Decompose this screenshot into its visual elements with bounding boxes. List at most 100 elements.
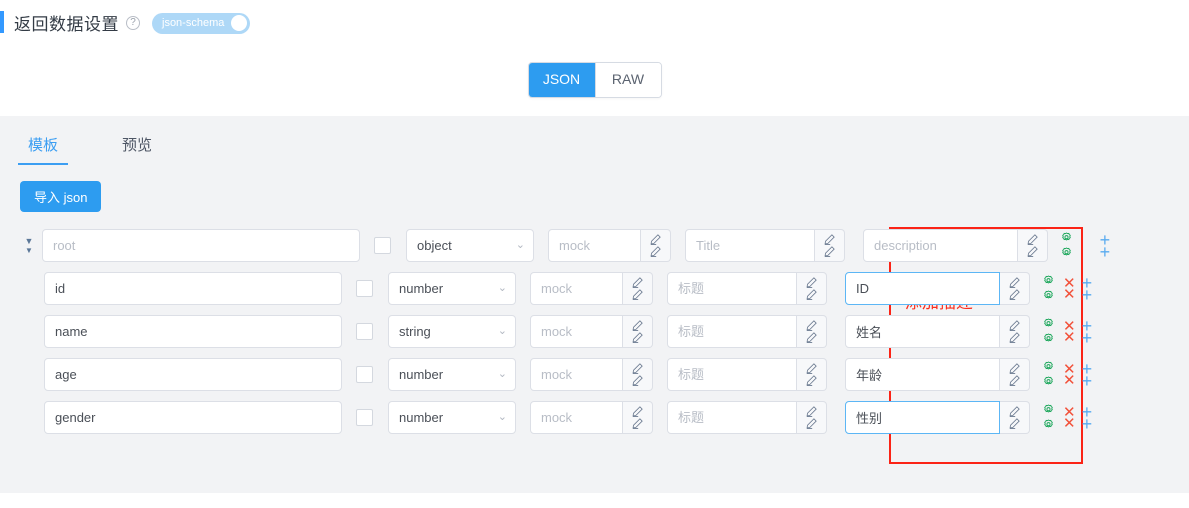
field-description[interactable] xyxy=(845,272,1000,305)
field-type-select[interactable] xyxy=(388,401,516,434)
field-type-select[interactable] xyxy=(388,272,516,305)
mock-group xyxy=(530,315,653,348)
delete-row-icon[interactable]: ✕ ✕ xyxy=(1063,405,1076,431)
field-title[interactable] xyxy=(667,272,797,305)
add-child-icon[interactable]: + + xyxy=(1082,274,1093,304)
type-select-wrapper: ⌄ xyxy=(388,315,516,348)
import-json-button[interactable]: 导入 json xyxy=(20,181,102,212)
delete-row-icon[interactable]: ✕ ✕ xyxy=(1063,362,1076,388)
schema-row-list: ▼▼ ⌄ xyxy=(0,224,1189,439)
editor-card: 模板 预览 导入 json 添加描述 ▼▼ ⌄ xyxy=(0,116,1189,493)
table-row: ▼▼ ⌄ xyxy=(0,267,1189,310)
edit-mock-pencil-icon[interactable] xyxy=(623,272,653,305)
delete-row-icon[interactable]: ✕ ✕ xyxy=(1063,276,1076,302)
type-select-wrapper: ⌄ xyxy=(388,272,516,305)
delete-row-icon[interactable]: ✕ ✕ xyxy=(1063,319,1076,345)
field-description[interactable] xyxy=(845,358,1000,391)
edit-title-pencil-icon[interactable] xyxy=(797,272,827,305)
field-mock[interactable] xyxy=(548,229,641,262)
mode-button-json[interactable]: JSON xyxy=(528,63,595,97)
row-actions: ✕✕ ++ xyxy=(1042,274,1093,304)
edit-description-pencil-icon[interactable] xyxy=(1000,315,1030,348)
row-actions: ✕✕ ++ xyxy=(1060,231,1111,261)
field-property-name[interactable] xyxy=(44,358,342,391)
type-select-wrapper: ⌄ xyxy=(406,229,534,262)
edit-mock-pencil-icon[interactable] xyxy=(623,358,653,391)
field-property-name[interactable] xyxy=(44,401,342,434)
field-title[interactable] xyxy=(667,358,797,391)
field-type-select[interactable] xyxy=(388,358,516,391)
field-property-name[interactable] xyxy=(44,272,342,305)
edit-mock-pencil-icon[interactable] xyxy=(623,401,653,434)
settings-gear-icon[interactable] xyxy=(1042,274,1055,303)
edit-description-pencil-icon[interactable] xyxy=(1000,358,1030,391)
toggle-knob xyxy=(231,15,248,31)
description-group xyxy=(845,315,1030,348)
page-title: 返回数据设置 xyxy=(14,14,119,34)
type-select-wrapper: ⌄ xyxy=(388,358,516,391)
add-child-icon[interactable]: + + xyxy=(1082,317,1093,347)
required-checkbox[interactable] xyxy=(356,366,373,383)
edit-description-pencil-icon[interactable] xyxy=(1000,401,1030,434)
json-schema-toggle[interactable]: json-schema xyxy=(152,12,251,34)
edit-title-pencil-icon[interactable] xyxy=(797,401,827,434)
field-mock[interactable] xyxy=(530,315,623,348)
mock-group xyxy=(548,229,671,262)
add-child-icon[interactable]: + + xyxy=(1082,360,1093,390)
required-checkbox[interactable] xyxy=(356,323,373,340)
tab-bar: 模板 预览 xyxy=(0,116,1189,165)
required-checkbox[interactable] xyxy=(356,280,373,297)
field-mock[interactable] xyxy=(530,358,623,391)
settings-gear-icon[interactable] xyxy=(1042,360,1055,389)
field-property-name[interactable] xyxy=(44,315,342,348)
table-row: ▼▼ ⌄ xyxy=(0,396,1189,439)
add-child-icon[interactable]: + + xyxy=(1082,403,1093,433)
description-group xyxy=(863,229,1048,262)
mode-button-raw[interactable]: RAW xyxy=(594,63,661,97)
settings-gear-icon[interactable] xyxy=(1042,317,1055,346)
field-description[interactable] xyxy=(845,315,1000,348)
title-group xyxy=(667,401,827,434)
add-child-icon[interactable]: + + xyxy=(1100,231,1111,261)
field-description[interactable] xyxy=(863,229,1018,262)
mode-switch: JSON RAW xyxy=(527,62,662,98)
edit-description-pencil-icon[interactable] xyxy=(1000,272,1030,305)
page-header: 返回数据设置 ? json-schema xyxy=(0,0,1189,44)
edit-mock-pencil-icon[interactable] xyxy=(623,315,653,348)
field-type-select[interactable] xyxy=(406,229,534,262)
required-checkbox[interactable] xyxy=(356,409,373,426)
field-mock[interactable] xyxy=(530,272,623,305)
required-checkbox[interactable] xyxy=(374,237,391,254)
description-group xyxy=(845,401,1030,434)
collapse-caret-icon[interactable]: ▼ ▼ xyxy=(22,236,36,255)
field-type-select[interactable] xyxy=(388,315,516,348)
row-actions: ✕✕ ++ xyxy=(1042,360,1093,390)
tab-preview[interactable]: 预览 xyxy=(118,134,156,165)
table-row: ▼▼ ⌄ xyxy=(0,224,1189,267)
title-accent-bar xyxy=(0,11,4,33)
settings-gear-icon[interactable] xyxy=(1060,231,1073,260)
field-title[interactable] xyxy=(667,315,797,348)
field-title[interactable] xyxy=(667,401,797,434)
field-title[interactable] xyxy=(685,229,815,262)
description-group xyxy=(845,272,1030,305)
edit-title-pencil-icon[interactable] xyxy=(815,229,845,262)
title-group xyxy=(667,272,827,305)
field-property-name[interactable] xyxy=(42,229,360,262)
mock-group xyxy=(530,358,653,391)
edit-title-pencil-icon[interactable] xyxy=(797,315,827,348)
field-description[interactable] xyxy=(845,401,1000,434)
edit-title-pencil-icon[interactable] xyxy=(797,358,827,391)
mock-group xyxy=(530,401,653,434)
table-row: ▼▼ ⌄ xyxy=(0,310,1189,353)
edit-mock-pencil-icon[interactable] xyxy=(641,229,671,262)
table-row: ▼▼ ⌄ xyxy=(0,353,1189,396)
edit-description-pencil-icon[interactable] xyxy=(1018,229,1048,262)
tab-template[interactable]: 模板 xyxy=(17,134,69,165)
field-mock[interactable] xyxy=(530,401,623,434)
settings-gear-icon[interactable] xyxy=(1042,403,1055,432)
title-group xyxy=(667,315,827,348)
type-select-wrapper: ⌄ xyxy=(388,401,516,434)
mock-group xyxy=(530,272,653,305)
help-question-icon[interactable]: ? xyxy=(126,16,140,30)
